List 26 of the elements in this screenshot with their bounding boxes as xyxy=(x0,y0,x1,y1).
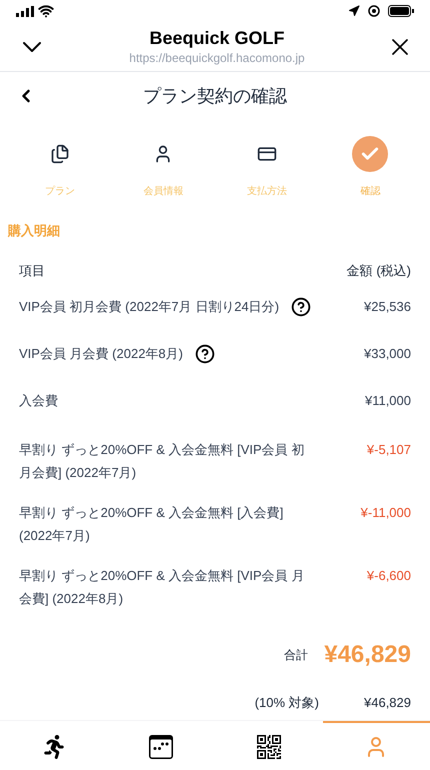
section-title: 購入明細 xyxy=(8,223,60,238)
item-label: 早割り ずっと20%OFF & 入会金無料 [VIP会員 月会費] (2022年8月) xyxy=(19,567,306,608)
browser-title: Beequick GOLF xyxy=(149,27,284,50)
item-label: 早割り ずっと20%OFF & 入会金無料 [入会費] (2022年7月) xyxy=(19,504,284,545)
item-label: 早割り ずっと20%OFF & 入会金無料 [VIP会員 初月会費] (2022年7月) xyxy=(19,441,306,482)
column-header: 項目 xyxy=(19,262,45,280)
column-header: 金額 (税込) xyxy=(346,262,411,280)
total-amount: ¥46,829 xyxy=(324,640,411,670)
item-amount: ¥-5,107 xyxy=(366,441,411,459)
step-label: 確認 xyxy=(360,184,380,199)
item-label: 入会費 xyxy=(19,392,58,410)
tax-amount: ¥46,829 xyxy=(364,694,411,712)
item-amount: ¥11,000 xyxy=(364,392,411,410)
item-amount: ¥-11,000 xyxy=(360,504,411,522)
page-title: プラン契約の確認 xyxy=(143,85,287,108)
total-label: 合計 xyxy=(284,647,308,664)
item-amount: ¥-6,600 xyxy=(366,567,411,585)
step-label: 支払方法 xyxy=(246,184,287,199)
item-label: VIP会員 月会費 (2022年8月) xyxy=(19,345,183,363)
step-label: 会員情報 xyxy=(143,184,184,199)
item-amount: ¥33,000 xyxy=(364,345,411,363)
item-label: VIP会員 初月会費 (2022年7月 日割り24日分) xyxy=(19,298,280,316)
browser-url: https://beequickgolf.hacomono.jp xyxy=(129,50,305,66)
step-label: プラン xyxy=(44,184,75,199)
item-amount: ¥25,536 xyxy=(364,298,411,316)
tax-label: (10% 対象) xyxy=(254,694,319,712)
